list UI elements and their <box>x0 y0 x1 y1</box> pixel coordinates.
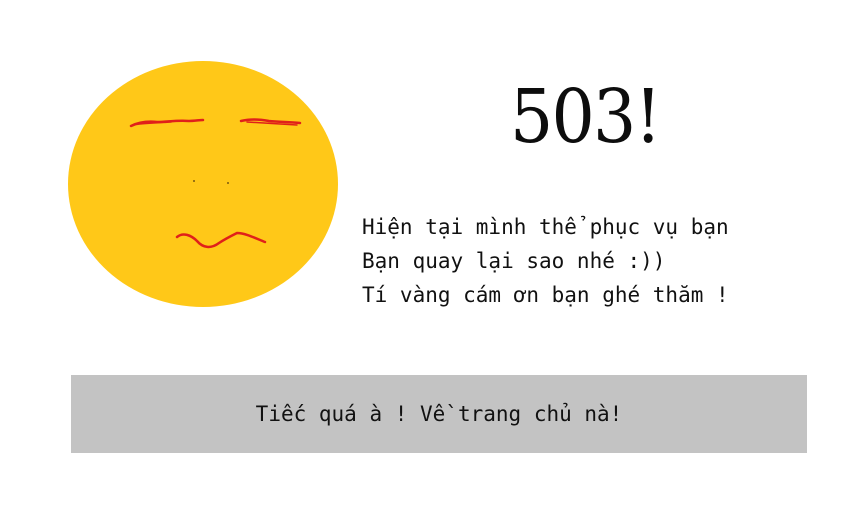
message-line: Hiện tại mình thể phục vụ bạn <box>362 215 729 239</box>
face-circle <box>68 61 338 307</box>
error-message: Hiện tại mình thể phục vụ bạn Bạn quay l… <box>362 210 862 312</box>
message-line: Bạn quay lại sao nhé :)) <box>362 249 666 273</box>
left-nostril <box>193 180 195 182</box>
back-to-home-label: Tiếc quá à ! Về trang chủ nà! <box>255 402 623 426</box>
back-to-home-button[interactable]: Tiếc quá à ! Về trang chủ nà! <box>71 375 807 453</box>
right-nostril <box>227 182 229 184</box>
message-line: Tí vàng cám ơn bạn ghé thăm ! <box>362 283 729 307</box>
sleepy-face-icon <box>67 60 339 308</box>
error-code-heading: 503! <box>510 74 662 160</box>
